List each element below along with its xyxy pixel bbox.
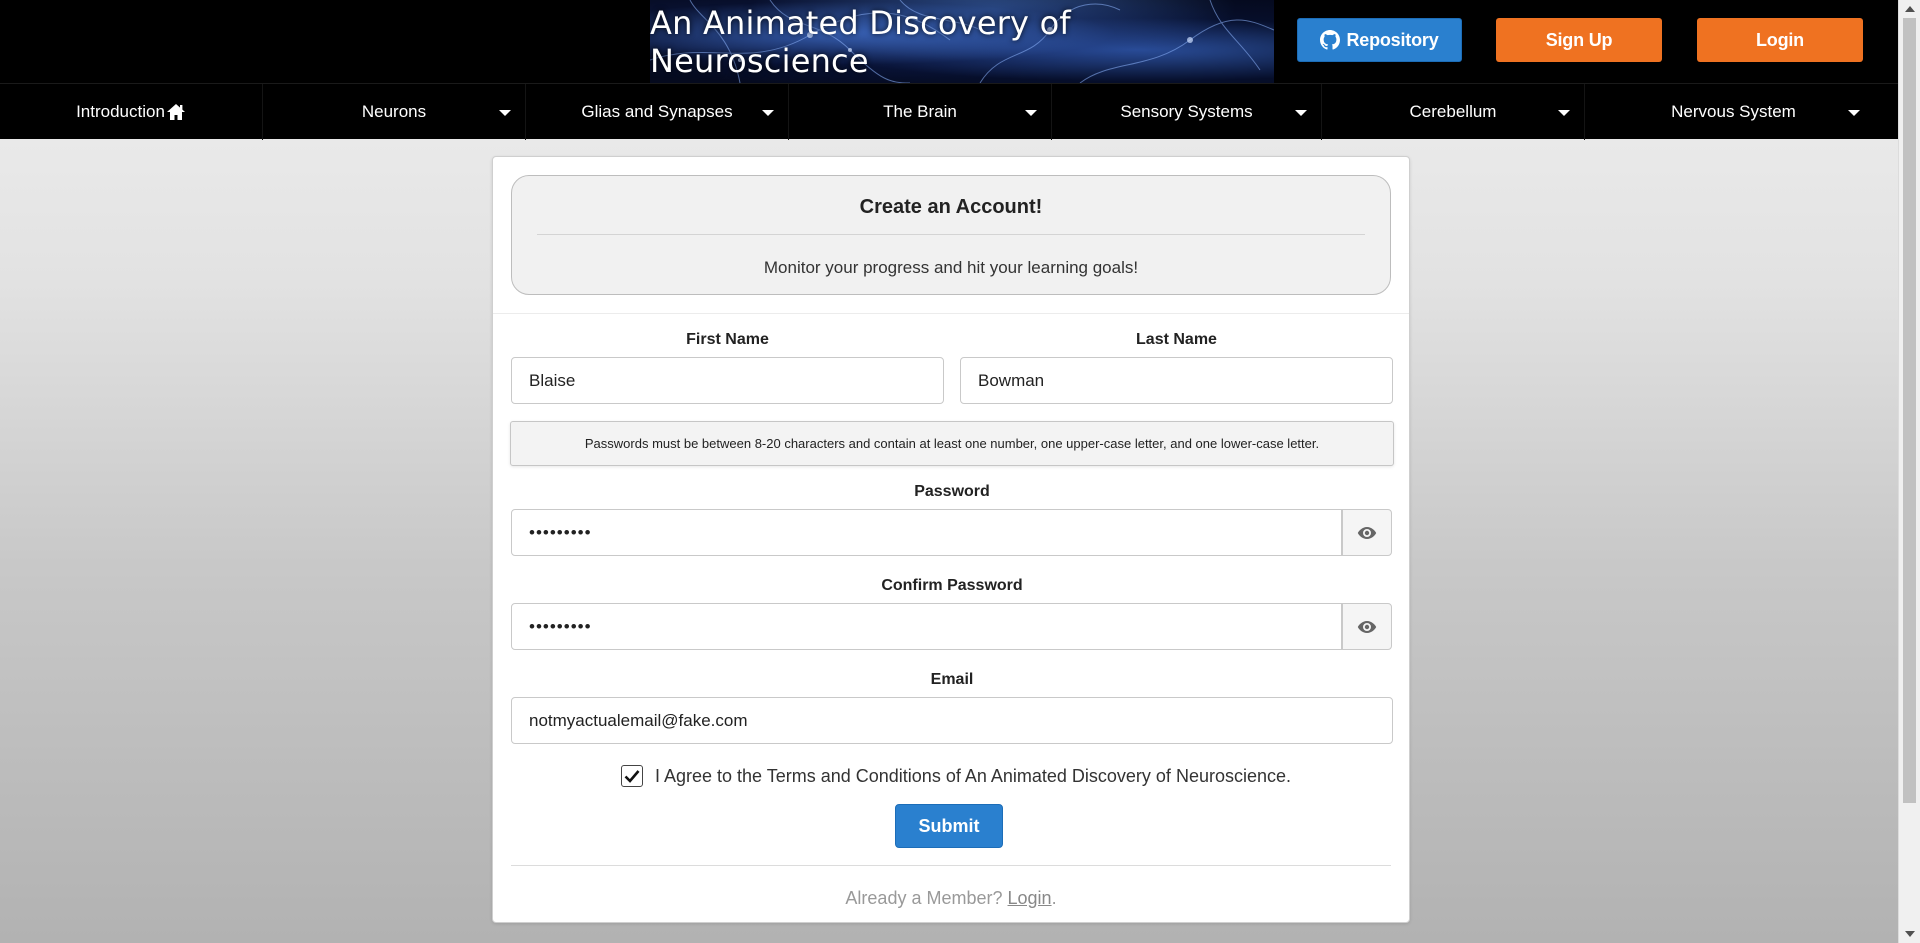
scroll-thumb[interactable] bbox=[1903, 18, 1916, 803]
nav-item-label: Nervous System bbox=[1671, 102, 1796, 121]
nav-item-label: The Brain bbox=[883, 102, 957, 121]
github-icon bbox=[1320, 30, 1341, 50]
page-scrollbar[interactable] bbox=[1898, 0, 1920, 943]
eye-icon bbox=[1357, 526, 1377, 539]
already-member-row: Already a Member? Login. bbox=[493, 888, 1409, 909]
member-login-link[interactable]: Login bbox=[1008, 888, 1052, 908]
form-title: Create an Account! bbox=[859, 196, 1043, 218]
password-requirements-note: Passwords must be between 8-20 character… bbox=[510, 421, 1394, 466]
password-value: ••••••••• bbox=[529, 522, 592, 542]
terms-row: I Agree to the Terms and Conditions of A… bbox=[493, 763, 1409, 789]
banner-image: An Animated Discovery of Neuroscience bbox=[650, 0, 1274, 83]
email-label: Email bbox=[930, 671, 974, 688]
nav-item-neurons[interactable]: Neurons bbox=[263, 84, 526, 140]
caret-down-icon bbox=[499, 110, 511, 116]
password-field[interactable]: ••••••••• bbox=[511, 509, 1342, 556]
nav-item-label: Cerebellum bbox=[1409, 102, 1497, 121]
email-field[interactable]: notmyactualemail@fake.com bbox=[511, 697, 1393, 744]
eye-icon bbox=[1357, 620, 1377, 633]
top-header: An Animated Discovery of Neuroscience Re… bbox=[0, 0, 1920, 83]
nav-item-cerebellum[interactable]: Cerebellum bbox=[1322, 84, 1585, 140]
nav-item-label: Neurons bbox=[361, 102, 427, 121]
caret-down-icon bbox=[1025, 110, 1037, 116]
member-suffix: . bbox=[1051, 888, 1057, 908]
nav-item-label: Glias and Synapses bbox=[581, 102, 733, 121]
form-subtitle: Monitor your progress and hit your learn… bbox=[763, 258, 1139, 277]
nav-item-glias-and-synapses[interactable]: Glias and Synapses bbox=[526, 84, 789, 140]
header-divider bbox=[537, 234, 1365, 235]
checkmark-icon bbox=[624, 770, 640, 783]
signup-button[interactable]: Sign Up bbox=[1496, 18, 1662, 62]
nav-item-nervous-system[interactable]: Nervous System bbox=[1585, 84, 1898, 140]
last-name-label: Last Name bbox=[1136, 331, 1217, 348]
signup-card: Create an Account! Monitor your progress… bbox=[492, 156, 1410, 923]
repository-label: Repository bbox=[1346, 29, 1439, 50]
toggle-confirm-password-visibility-button[interactable] bbox=[1342, 603, 1392, 650]
login-button[interactable]: Login bbox=[1697, 18, 1863, 62]
caret-down-icon bbox=[1848, 110, 1860, 116]
caret-down-icon bbox=[1558, 110, 1570, 116]
footer-divider bbox=[511, 865, 1391, 866]
caret-down-icon bbox=[762, 110, 774, 116]
nav-item-label: Sensory Systems bbox=[1120, 102, 1253, 121]
member-prompt: Already a Member? bbox=[845, 888, 1003, 908]
nav-item-sensory-systems[interactable]: Sensory Systems bbox=[1052, 84, 1322, 140]
password-label: Password bbox=[914, 483, 990, 500]
home-icon bbox=[166, 104, 185, 120]
scroll-up-arrow-icon[interactable] bbox=[1905, 6, 1915, 12]
toggle-password-visibility-button[interactable] bbox=[1342, 509, 1392, 556]
nav-item-introduction[interactable]: Introduction bbox=[0, 84, 263, 140]
header-separator bbox=[493, 313, 1409, 314]
confirm-password-field[interactable]: ••••••••• bbox=[511, 603, 1342, 650]
repository-button[interactable]: Repository bbox=[1297, 18, 1462, 62]
terms-text: I Agree to the Terms and Conditions of A… bbox=[654, 765, 1291, 786]
site-title: An Animated Discovery of Neuroscience bbox=[650, 3, 1071, 80]
first-name-field[interactable]: Blaise bbox=[511, 357, 944, 404]
main-nav: Introduction Neurons Glias and Synapses … bbox=[0, 83, 1898, 140]
nav-item-the-brain[interactable]: The Brain bbox=[789, 84, 1052, 140]
nav-item-label: Introduction bbox=[76, 102, 165, 121]
first-name-label: First Name bbox=[686, 331, 769, 348]
caret-down-icon bbox=[1295, 110, 1307, 116]
confirm-password-label: Confirm Password bbox=[881, 577, 1023, 594]
terms-checkbox[interactable] bbox=[620, 765, 643, 787]
scroll-down-arrow-icon[interactable] bbox=[1905, 931, 1915, 937]
submit-button[interactable]: Submit bbox=[895, 804, 1003, 848]
last-name-field[interactable]: Bowman bbox=[960, 357, 1393, 404]
confirm-password-value: ••••••••• bbox=[529, 616, 592, 636]
card-header: Create an Account! Monitor your progress… bbox=[511, 175, 1391, 295]
